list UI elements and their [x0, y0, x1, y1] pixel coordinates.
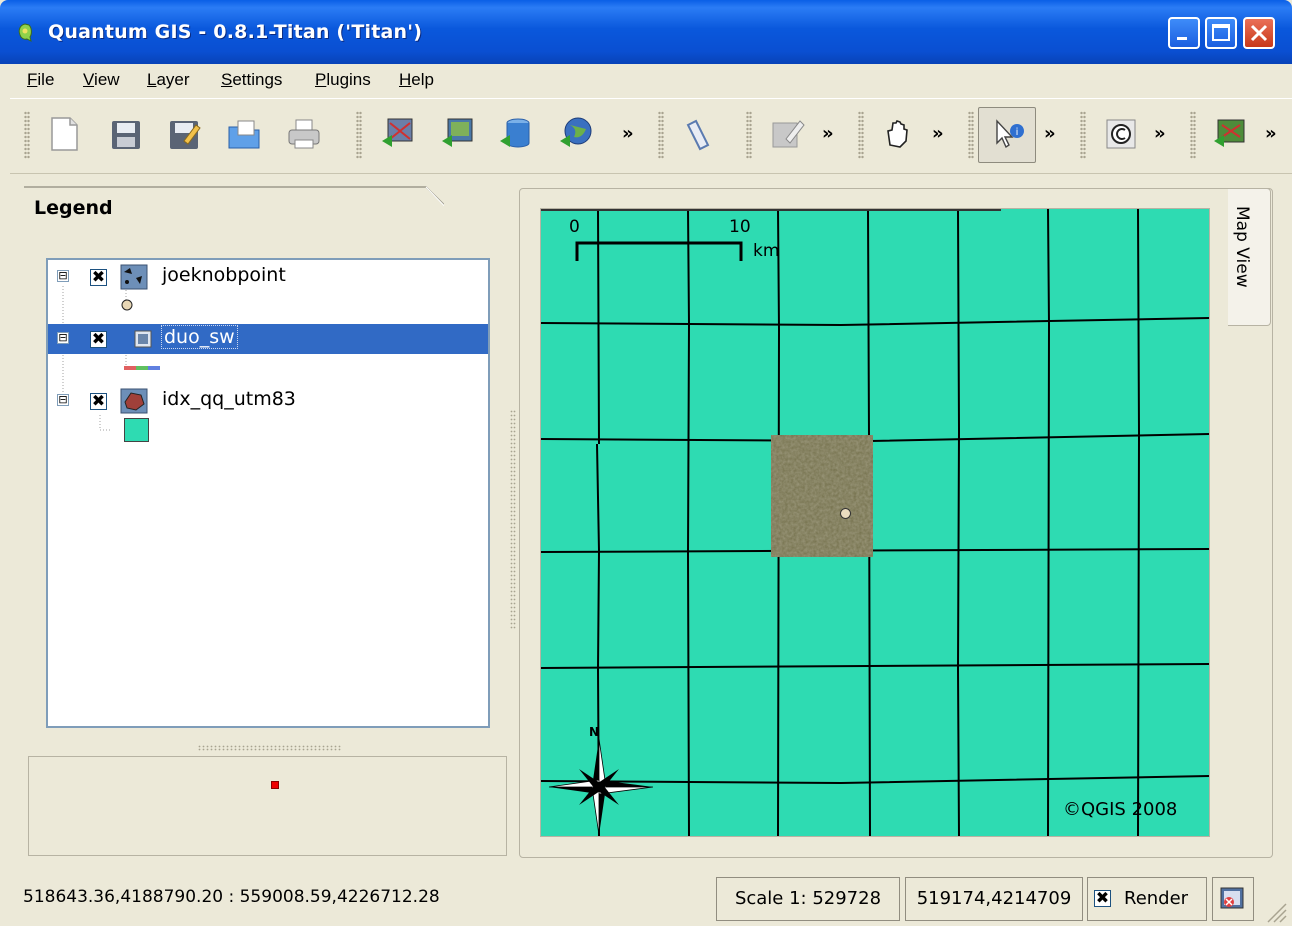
toolbar-grip[interactable] [746, 111, 752, 159]
polygon-layer-icon [120, 388, 148, 414]
layer-row-joeknobpoint[interactable]: ⊟ ✖ joeknobpoint [48, 262, 488, 292]
overview-panel[interactable] [28, 756, 507, 856]
copyright-label: ©QGIS 2008 [1063, 799, 1178, 820]
layer-row-idx_qq_utm83[interactable]: ⊟ ✖ idx_qq_utm83 [48, 386, 488, 416]
map-canvas[interactable]: 0 10 km N ©QGIS 2008 [540, 208, 1210, 837]
menu-bar: File View Layer Settings Plugins Help [10, 64, 1282, 96]
collapse-icon[interactable]: ⊟ [57, 394, 69, 406]
toolbar-overflow[interactable]: » [1265, 123, 1277, 144]
menu-layer[interactable]: Layer [147, 70, 190, 90]
collapse-icon[interactable]: ⊟ [57, 332, 69, 344]
toolbar-grip[interactable] [24, 111, 30, 159]
render-toggle[interactable]: ✖ Render [1087, 877, 1207, 921]
scale-display[interactable]: Scale 1: 529728 [716, 877, 900, 921]
toolbar-grip[interactable] [356, 111, 362, 159]
vector-point-layer-icon [120, 264, 148, 290]
add-raster-layer-icon[interactable] [440, 115, 476, 153]
svg-text:i: i [1016, 127, 1019, 138]
save-as-icon[interactable] [166, 115, 202, 153]
legend-title: Legend [34, 197, 113, 219]
splitter-handle[interactable] [198, 745, 342, 751]
map-extent-text: 518643.36,4188790.20 : 559008.59,4226712… [23, 887, 440, 907]
print-icon[interactable] [286, 115, 322, 153]
layer-row-duo_sw[interactable]: ⊟ ✖ duo_sw [48, 324, 488, 354]
open-project-icon[interactable] [226, 115, 262, 153]
layer-visibility-checkbox[interactable]: ✖ [90, 331, 107, 348]
stop-render-button[interactable] [1212, 877, 1254, 921]
map-view-tab-label: Map View [1232, 206, 1252, 288]
rgb-band-icon [124, 366, 160, 370]
legend-layer-tree[interactable]: ⊟ ✖ joeknobpoint ⊟ ✖ duo_sw ⊟ ✖ idx_qq_u… [46, 258, 490, 728]
point-feature[interactable] [840, 508, 851, 519]
toolbar-overflow[interactable]: » [1154, 123, 1166, 144]
pan-hand-icon[interactable] [880, 115, 916, 153]
new-project-icon[interactable] [46, 115, 82, 153]
save-icon[interactable] [108, 115, 144, 153]
maximize-icon [1212, 24, 1230, 41]
layer-visibility-checkbox[interactable]: ✖ [90, 393, 107, 410]
toolbar-overflow[interactable]: » [932, 123, 944, 144]
add-wms-layer-icon[interactable] [558, 115, 594, 153]
render-checkbox[interactable]: ✖ [1094, 890, 1111, 907]
toggle-editing-icon[interactable] [770, 115, 806, 153]
close-button[interactable] [1243, 17, 1275, 49]
minimize-button[interactable] [1168, 17, 1200, 49]
splitter-handle[interactable] [510, 410, 516, 630]
add-postgis-layer-icon[interactable] [498, 115, 534, 153]
raster-imagery [771, 435, 873, 557]
add-vector-layer-icon[interactable] [380, 115, 416, 153]
menu-plugins[interactable]: Plugins [315, 70, 371, 90]
window-title: Quantum GIS - 0.8.1-Titan ('Titan') [48, 21, 423, 43]
coordinate-display[interactable]: 519174,4214709 [905, 877, 1083, 921]
copyright-label-icon[interactable] [1104, 115, 1140, 153]
minimize-icon [1177, 37, 1187, 40]
north-label: N [589, 725, 600, 739]
overview-extent-marker [271, 781, 279, 789]
identify-features-icon[interactable]: i [992, 115, 1028, 153]
menu-help[interactable]: Help [399, 70, 434, 90]
layer-name: idx_qq_utm83 [162, 388, 296, 410]
toolbar-overflow[interactable]: » [1044, 123, 1056, 144]
layer-name: duo_sw [161, 325, 238, 349]
collapse-icon[interactable]: ⊟ [57, 270, 69, 282]
close-icon [1250, 24, 1268, 42]
toolbar-grip[interactable] [1190, 111, 1196, 159]
scalebar-unit-label: km [753, 241, 780, 261]
scalebar-end-label: 10 [729, 217, 751, 237]
toolbar: » » » i » » » [10, 98, 1292, 174]
qgis-logo-icon [18, 23, 32, 42]
polygon-fill-symbol [124, 418, 149, 442]
layer-visibility-checkbox[interactable]: ✖ [90, 269, 107, 286]
toolbar-grip[interactable] [1080, 111, 1086, 159]
toolbar-grip[interactable] [858, 111, 864, 159]
map-stop-icon [1220, 887, 1244, 909]
scalebar-start-label: 0 [569, 217, 580, 237]
toolbar-grip[interactable] [658, 111, 664, 159]
capture-point-icon[interactable] [680, 115, 716, 153]
layer-name: joeknobpoint [162, 264, 286, 286]
menu-file[interactable]: File [27, 70, 54, 90]
toolbar-grip[interactable] [968, 111, 974, 159]
toolbar-overflow[interactable]: » [622, 123, 634, 144]
point-symbol-icon [121, 299, 133, 311]
north-arrow-icon [549, 739, 653, 835]
scalebar [575, 241, 743, 261]
menu-view[interactable]: View [83, 70, 120, 90]
raster-layer-icon [134, 330, 152, 348]
resize-grip-icon[interactable] [1264, 900, 1288, 924]
maximize-button[interactable] [1205, 17, 1237, 49]
plugin-map-icon[interactable] [1212, 115, 1248, 153]
toolbar-overflow[interactable]: » [822, 123, 834, 144]
menu-settings[interactable]: Settings [221, 70, 282, 90]
render-label: Render [1124, 888, 1189, 909]
title-bar[interactable]: Quantum GIS - 0.8.1-Titan ('Titan') [0, 0, 1292, 64]
